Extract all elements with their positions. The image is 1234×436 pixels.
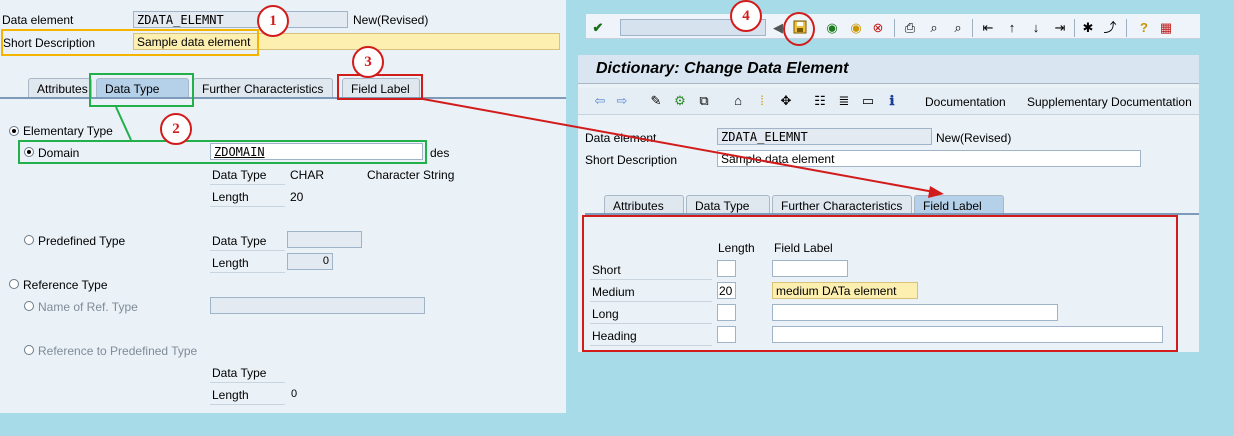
callout-2: 2 [160,113,192,145]
callout-1: 1 [257,5,289,37]
callout-4: 4 [730,0,762,32]
annotation-arrows [115,98,944,198]
red-arrow-head [928,186,944,198]
red-arrow-line [422,98,935,193]
callout-3: 3 [352,46,384,78]
green-connector [115,106,132,141]
save-icon-highlight [783,12,815,46]
